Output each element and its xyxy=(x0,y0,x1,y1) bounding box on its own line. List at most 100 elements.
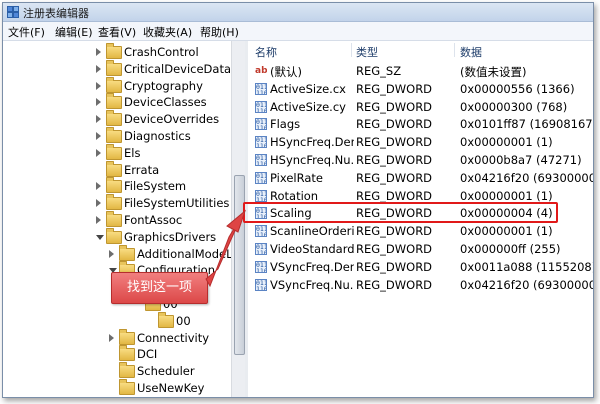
folder-icon xyxy=(106,227,122,244)
tree-node[interactable]: FontAssoc xyxy=(3,211,231,229)
tree-node[interactable]: AdditionalModeLists xyxy=(3,244,231,263)
tree-node[interactable]: DeviceClasses xyxy=(3,93,231,111)
collapsed-arrow-icon[interactable] xyxy=(96,216,101,224)
menu-help[interactable]: 帮助(H) xyxy=(200,24,239,40)
value-data: 0x00000001 (1) xyxy=(460,224,553,239)
value-row[interactable]: 011 110 ActiveSize.cx REG_DWORD 0x00000556 (… xyxy=(248,80,593,98)
value-type: REG_DWORD xyxy=(356,99,433,114)
tree-node[interactable]: FileSystem xyxy=(3,177,231,195)
value-row[interactable]: 011 110 VideoStandard REG_DWORD 0x000000ff (… xyxy=(248,240,593,258)
collapsed-arrow-icon[interactable] xyxy=(109,333,114,342)
folder-icon xyxy=(119,328,135,345)
value-name: ScanlineOrderi... xyxy=(270,224,354,239)
binary-value-icon: 011 110 xyxy=(255,154,267,166)
tree-node-label: AdditionalModeLists xyxy=(137,246,231,261)
value-row[interactable]: 011 110 VSyncFreq.Nu... REG_DWORD 0x04216f20… xyxy=(248,276,593,294)
value-data: 0x00000001 (1) xyxy=(460,135,553,150)
value-type: REG_DWORD xyxy=(356,242,433,256)
tree-node-label: DCI xyxy=(137,347,158,362)
value-row[interactable]: ab (默认) REG_SZ (数值未设置) xyxy=(248,62,593,80)
tree-node-label: FileSystem xyxy=(124,179,187,194)
tree-node[interactable]: CriticalDeviceDatabase xyxy=(3,59,231,78)
collapsed-arrow-icon[interactable] xyxy=(96,148,101,157)
value-name: VSyncFreq.Den... xyxy=(270,259,354,274)
tree-node[interactable]: FileSystemUtilities xyxy=(3,194,231,212)
tree-node[interactable]: Errata xyxy=(3,160,231,179)
string-value-icon: ab xyxy=(255,66,267,76)
column-divider[interactable] xyxy=(351,43,352,57)
collapsed-arrow-icon[interactable] xyxy=(96,115,101,124)
folder-icon xyxy=(158,311,174,328)
menu-file[interactable]: 文件(F) xyxy=(8,24,45,40)
registry-key-tree: CrashControl CriticalDeviceDatabase Crypto… xyxy=(3,41,231,397)
tree-node[interactable]: GraphicsDrivers xyxy=(3,227,231,246)
collapsed-arrow-icon[interactable] xyxy=(96,98,101,107)
tree-node[interactable]: Connectivity xyxy=(3,328,231,347)
tree-node-label: Scheduler xyxy=(137,364,195,379)
menu-favorites[interactable]: 收藏夹(A) xyxy=(143,24,192,40)
value-type: REG_DWORD xyxy=(356,153,433,167)
tree-node[interactable]: 00 xyxy=(3,311,231,330)
value-row[interactable]: 011110ScanlineOrderi...REG_DWORD 0x000000… xyxy=(248,222,593,240)
tree-node-label: FileSystemUtilities xyxy=(124,196,230,211)
menu-edit[interactable]: 编辑(E) xyxy=(55,24,93,40)
value-data: 0x0000b8a7 (47271) xyxy=(460,153,582,167)
tree-node-label: Connectivity xyxy=(137,330,210,345)
tree-node-label: UseNewKey xyxy=(137,381,205,395)
collapsed-arrow-icon[interactable] xyxy=(96,132,101,140)
tree-node[interactable]: DCI xyxy=(3,345,231,363)
value-type: REG_DWORD xyxy=(356,224,433,239)
value-type: REG_DWORD xyxy=(356,117,433,132)
value-type: REG_SZ xyxy=(356,64,402,78)
column-header-type[interactable]: 类型 xyxy=(356,44,378,60)
column-divider[interactable] xyxy=(454,43,455,57)
column-header-name[interactable]: 名称 xyxy=(255,44,277,60)
collapsed-arrow-icon[interactable] xyxy=(96,48,101,56)
annotation-callout: 找到这一项 xyxy=(111,272,208,304)
tree-node-label: Cryptography xyxy=(124,78,203,93)
binary-value-icon: 011 110 xyxy=(255,243,267,255)
tree-node-label: Els xyxy=(124,145,141,160)
tree-node-label: Diagnostics xyxy=(124,129,191,143)
binary-value-icon: 011 110 xyxy=(255,189,267,202)
value-row[interactable]: 011 110 PixelRate REG_DWORD 0x04216f20 (6930… xyxy=(248,169,593,187)
tree-node[interactable]: Els xyxy=(3,143,231,162)
registry-editor-window: 注册表编辑器 文件(F) 编辑(E) 查看(V) 收藏夹(A) 帮助(H) Cr… xyxy=(2,2,594,398)
menu-view[interactable]: 查看(V) xyxy=(98,24,136,40)
tree-node-label: DeviceClasses xyxy=(124,95,207,110)
value-row[interactable]: 011 110 ActiveSize.cy REG_DWORD 0x00000300 (… xyxy=(248,98,593,116)
tree-node[interactable]: Diagnostics xyxy=(3,127,231,145)
column-header-data[interactable]: 数据 xyxy=(460,44,482,60)
value-row[interactable]: 011 110 HSyncFreq.Nu... REG_DWORD 0x0000b8a7… xyxy=(248,151,593,169)
collapsed-arrow-icon[interactable] xyxy=(96,199,101,208)
value-row[interactable]: 011110VSyncFreq.Den...REG_DWORD 0x0011a08… xyxy=(248,258,593,276)
value-type: REG_DWORD xyxy=(356,277,433,292)
binary-value-icon: 011 110 xyxy=(255,171,267,184)
tree-node-label: 00 xyxy=(176,313,191,328)
binary-value-icon: 011 110 xyxy=(255,100,267,113)
folder-icon xyxy=(119,244,135,261)
folder-icon xyxy=(119,362,135,379)
tree-node[interactable]: UseNewKey xyxy=(3,379,231,397)
collapsed-arrow-icon[interactable] xyxy=(96,182,101,191)
value-name: VSyncFreq.Nu... xyxy=(270,277,354,292)
expanded-arrow-icon[interactable] xyxy=(96,234,104,240)
tree-node[interactable]: CrashControl xyxy=(3,43,231,61)
menu-bar: 文件(F) 编辑(E) 查看(V) 收藏夹(A) 帮助(H) xyxy=(3,22,593,41)
folder-icon xyxy=(106,93,122,110)
highlight-box-scaling xyxy=(243,202,558,223)
tree-node[interactable]: DeviceOverrides xyxy=(3,110,231,128)
binary-value-icon: 011 110 xyxy=(255,260,267,273)
binary-value-icon: 011 110 xyxy=(255,118,267,131)
collapsed-arrow-icon[interactable] xyxy=(96,64,101,73)
value-data: 0x000000ff (255) xyxy=(460,242,561,256)
value-type: REG_DWORD xyxy=(356,259,433,274)
value-row[interactable]: 011110HSyncFreq.Den...REG_DWORD 0x0000000… xyxy=(248,133,593,151)
value-row[interactable]: 011 110 Flags REG_DWORD 0x0101ff87 (16908167… xyxy=(248,115,593,133)
tree-node[interactable]: Cryptography xyxy=(3,76,231,95)
collapsed-arrow-icon[interactable] xyxy=(109,249,114,258)
title-bar: 注册表编辑器 xyxy=(3,3,593,22)
collapsed-arrow-icon[interactable] xyxy=(96,81,101,90)
tree-node[interactable]: Scheduler xyxy=(3,362,231,380)
folder-icon xyxy=(106,43,122,59)
